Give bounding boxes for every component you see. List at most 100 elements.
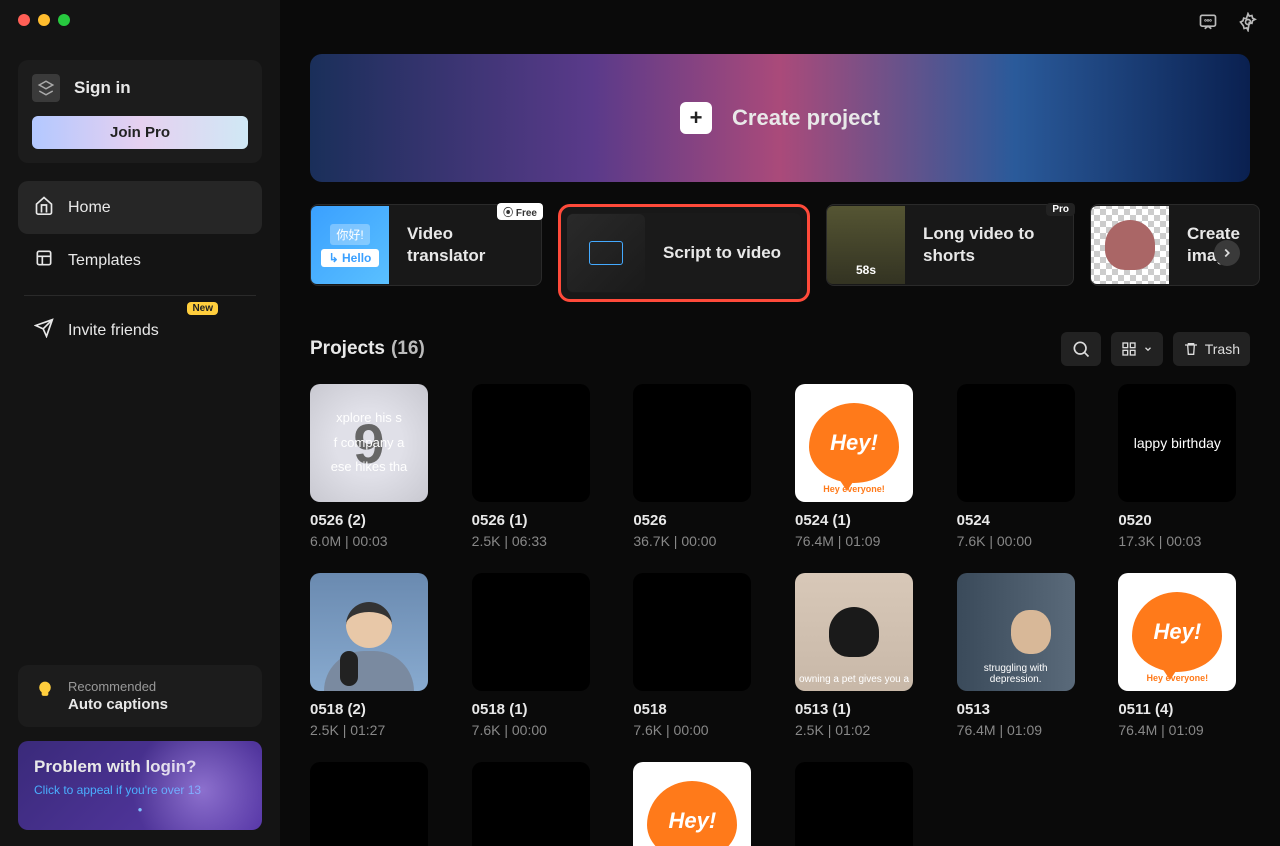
- free-badge: ⦿ Free: [497, 203, 543, 220]
- promo-title: Problem with login?: [34, 757, 246, 777]
- project-card[interactable]: 0518 (1) 7.6K | 00:00: [472, 573, 604, 738]
- project-card[interactable]: 0518 (2) 2.5K | 01:27: [310, 573, 442, 738]
- project-thumbnail: [310, 573, 428, 691]
- project-thumbnail: [633, 573, 751, 691]
- project-name: 0518 (2): [310, 701, 442, 718]
- create-project-button[interactable]: + Create project: [310, 54, 1250, 182]
- view-layout-button[interactable]: [1111, 332, 1163, 366]
- window-controls: [18, 14, 70, 26]
- projects-count: (16): [391, 338, 425, 360]
- project-card[interactable]: 0526 36.7K | 00:00: [633, 384, 765, 549]
- project-name: 0518 (1): [472, 701, 604, 718]
- features-row: 你好! ↳ Hello Video translator ⦿ Free Scri…: [310, 204, 1250, 302]
- minimize-window-icon[interactable]: [38, 14, 50, 26]
- project-card[interactable]: lappy birthday052017.3K | 00:03: [1118, 384, 1250, 549]
- project-card[interactable]: Hey!Hey everyone!0511 (4)76.4M | 01:09: [1118, 573, 1250, 738]
- sidebar: Sign in Join Pro Home Templates New Invi…: [0, 0, 280, 846]
- feature-script-to-video[interactable]: Script to video: [558, 204, 810, 302]
- project-thumbnail: [633, 384, 751, 502]
- project-thumbnail: [795, 762, 913, 846]
- project-thumbnail: struggling with depression.: [957, 573, 1075, 691]
- recommended-title: Auto captions: [68, 696, 168, 713]
- trash-button[interactable]: Trash: [1173, 332, 1250, 366]
- project-name: 0513: [957, 701, 1089, 718]
- project-name: 0524 (1): [795, 512, 927, 529]
- recommended-label: Recommended: [68, 679, 168, 694]
- main: + Create project 你好! ↳ Hello Video trans…: [280, 0, 1280, 846]
- sidebar-separator: [24, 295, 256, 296]
- feature-long-to-shorts[interactable]: 58s Long video to shorts Pro: [826, 204, 1074, 286]
- promo-subtitle: Click to appeal if you're over 13: [34, 783, 246, 797]
- pro-badge: Pro: [1046, 203, 1075, 216]
- sidebar-item-home[interactable]: Home: [18, 181, 262, 234]
- project-card[interactable]: 05187.6K | 00:00: [633, 573, 765, 738]
- project-name: 0526 (1): [472, 512, 604, 529]
- project-meta: 2.5K | 06:33: [472, 533, 604, 549]
- recommended-card[interactable]: Recommended Auto captions: [18, 665, 262, 727]
- project-thumbnail: Hey!Hey everyone!: [633, 762, 751, 846]
- projects-grid: 9xplore his s f company a ese hikes tha 0…: [310, 384, 1250, 846]
- project-thumbnail: owning a pet gives you a: [795, 573, 913, 691]
- project-card[interactable]: Hey!Hey everyone! 0524 (1) 76.4M | 01:09: [795, 384, 927, 549]
- join-pro-button[interactable]: Join Pro: [32, 116, 248, 149]
- project-thumbnail: [472, 762, 590, 846]
- project-card[interactable]: Hey!Hey everyone!: [633, 762, 765, 846]
- project-meta: 76.4M | 01:09: [957, 722, 1089, 738]
- project-thumbnail: [472, 384, 590, 502]
- sidebar-item-templates[interactable]: Templates: [18, 234, 262, 287]
- project-meta: 6.0M | 00:03: [310, 533, 442, 549]
- project-card[interactable]: [310, 762, 442, 846]
- carousel-dots: ●: [34, 805, 246, 814]
- trash-icon: [1183, 341, 1199, 357]
- create-project-label: Create project: [732, 105, 880, 131]
- sign-in-label: Sign in: [74, 78, 131, 98]
- features-next-button[interactable]: [1214, 240, 1240, 266]
- project-card[interactable]: [795, 762, 927, 846]
- feature-label: Long video to shorts: [905, 223, 1073, 267]
- project-card[interactable]: 0526 (1) 2.5K | 06:33: [472, 384, 604, 549]
- promo-card[interactable]: Problem with login? Click to appeal if y…: [18, 741, 262, 830]
- project-card[interactable]: struggling with depression. 0513 76.4M | 0…: [957, 573, 1089, 738]
- project-meta: 2.5K | 01:27: [310, 722, 442, 738]
- projects-header: Projects (16) Trash: [310, 332, 1250, 366]
- send-icon: [34, 318, 54, 343]
- search-button[interactable]: [1061, 332, 1101, 366]
- sidebar-item-label: Templates: [68, 252, 141, 270]
- avatar-icon: [32, 74, 60, 102]
- project-meta: 2.5K | 01:02: [795, 722, 927, 738]
- project-name: 0520: [1118, 512, 1250, 529]
- sidebar-item-invite[interactable]: New Invite friends: [18, 304, 262, 357]
- project-name: 0513 (1): [795, 701, 927, 718]
- sidebar-item-label: Home: [68, 199, 111, 217]
- project-meta: 7.6K | 00:00: [633, 722, 765, 738]
- project-card[interactable]: owning a pet gives you a 0513 (1) 2.5K | 0…: [795, 573, 927, 738]
- project-meta: 76.4M | 01:09: [795, 533, 927, 549]
- feature-video-translator[interactable]: 你好! ↳ Hello Video translator ⦿ Free: [310, 204, 542, 286]
- project-card[interactable]: 0524 7.6K | 00:00: [957, 384, 1089, 549]
- project-thumbnail: [957, 384, 1075, 502]
- project-meta: 7.6K | 00:00: [472, 722, 604, 738]
- project-thumbnail: Hey!Hey everyone!: [795, 384, 913, 502]
- project-name: 0526: [633, 512, 765, 529]
- sign-in-button[interactable]: Sign in: [32, 74, 248, 102]
- project-card[interactable]: [472, 762, 604, 846]
- account-box: Sign in Join Pro: [18, 60, 262, 163]
- project-name: 0526 (2): [310, 512, 442, 529]
- sidebar-item-label: Invite friends: [68, 322, 159, 340]
- project-meta: 7.6K | 00:00: [957, 533, 1089, 549]
- feature-label: Video translator: [389, 223, 541, 267]
- project-thumbnail: Hey!Hey everyone!: [1118, 573, 1236, 691]
- projects-title: Projects: [310, 338, 385, 360]
- project-meta: 76.4M | 01:09: [1118, 722, 1250, 738]
- close-window-icon[interactable]: [18, 14, 30, 26]
- project-thumbnail: [472, 573, 590, 691]
- project-thumbnail: 9xplore his s f company a ese hikes tha: [310, 384, 428, 502]
- home-icon: [34, 195, 54, 220]
- feature-label: Create image: [1169, 223, 1259, 267]
- feature-label: Script to video: [645, 242, 799, 264]
- maximize-window-icon[interactable]: [58, 14, 70, 26]
- project-card[interactable]: 9xplore his s f company a ese hikes tha 0…: [310, 384, 442, 549]
- new-badge: New: [187, 302, 218, 315]
- project-meta: 36.7K | 00:00: [633, 533, 765, 549]
- project-name: 0524: [957, 512, 1089, 529]
